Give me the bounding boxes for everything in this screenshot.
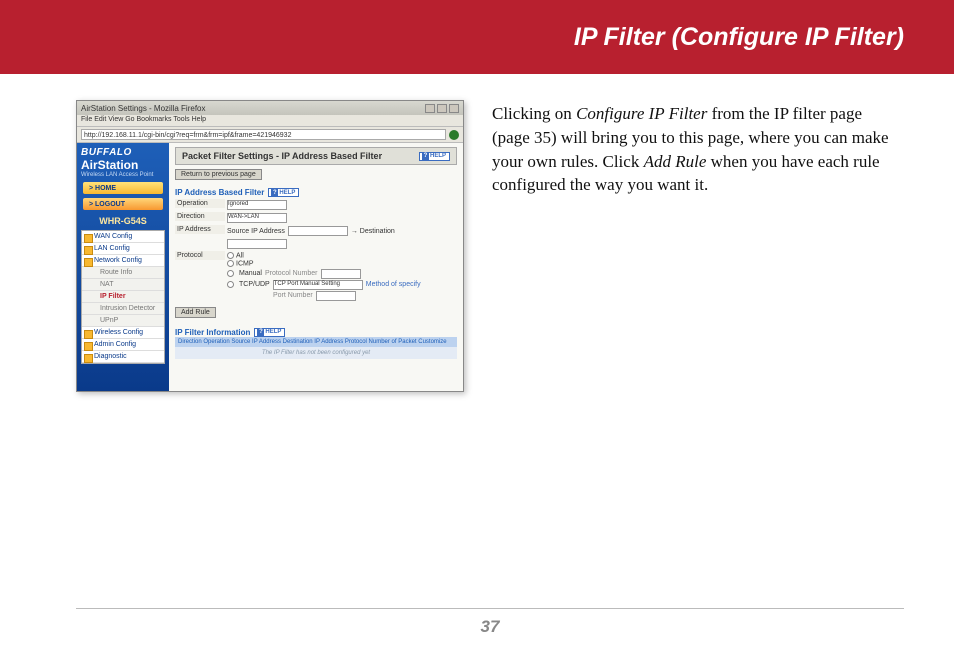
dest-ip-input[interactable] (227, 239, 287, 249)
help-button[interactable]: HELP (419, 152, 450, 161)
close-icon[interactable] (449, 104, 459, 113)
info-empty: The IP Filter has not been configured ye… (175, 347, 457, 359)
sidebar-item-intrusion[interactable]: Intrusion Detector (82, 303, 164, 315)
proto-all-radio[interactable] (227, 252, 234, 259)
port-method-label: Method of specify (366, 281, 421, 288)
direction-select[interactable]: WAN->LAN (227, 213, 287, 223)
body-i2: Add Rule (644, 152, 707, 171)
browser-addressbar: http://192.168.11.1/cgi-bin/cgi?req=frm&… (77, 127, 463, 143)
panel-title: Packet Filter Settings - IP Address Base… (175, 147, 457, 165)
brand-buffalo: BUFFALO (81, 147, 165, 158)
browser-menubar[interactable]: File Edit View Go Bookmarks Tools Help (77, 115, 463, 127)
direction-label: Direction (175, 212, 225, 221)
sidebar-item-ipfilter[interactable]: IP Filter (82, 291, 164, 303)
help-button[interactable]: HELP (268, 188, 299, 197)
window-titlebar: AirStation Settings - Mozilla Firefox (77, 101, 463, 115)
section-filter-label: IP Address Based Filter (175, 188, 264, 197)
go-icon[interactable] (449, 130, 459, 140)
return-button[interactable]: Return to previous page (175, 169, 262, 180)
sidebar-menu: WAN Config LAN Config Network Config Rou… (81, 230, 165, 364)
body-i1: Configure IP Filter (576, 104, 707, 123)
screenshot-body: BUFFALO AirStation Wireless LAN Access P… (77, 143, 463, 391)
port-setting-select[interactable]: TCP Port Manual Setting (273, 280, 363, 290)
section-filter: IP Address Based Filter HELP (175, 188, 457, 197)
proto-icmp-radio[interactable] (227, 260, 234, 267)
proto-all-label: All (236, 252, 244, 259)
main-panel: Packet Filter Settings - IP Address Base… (169, 143, 463, 391)
page-content: AirStation Settings - Mozilla Firefox Fi… (0, 74, 954, 392)
source-ip-label: Source IP Address (227, 228, 285, 235)
info-table-header: Direction Operation Source IP Address De… (175, 337, 457, 347)
embedded-screenshot: AirStation Settings - Mozilla Firefox Fi… (76, 100, 464, 392)
sidebar-item-route[interactable]: Route Info (82, 267, 164, 279)
proto-tcpudp-label: TCP/UDP (239, 281, 270, 288)
page-footer: 37 (76, 608, 904, 637)
proto-manual-label: Manual (239, 270, 262, 277)
filter-form: Operation Ignored Direction WAN->LAN IP … (175, 199, 457, 302)
panel-title-text: Packet Filter Settings - IP Address Base… (182, 151, 382, 161)
dest-ip-label: → Destination (351, 228, 395, 235)
footer-divider (76, 608, 904, 609)
page-number: 37 (76, 617, 904, 637)
model-label: WHR-G54S (77, 216, 169, 226)
operation-label: Operation (175, 199, 225, 208)
protocol-label: Protocol (175, 251, 225, 260)
sidebar-item-nat[interactable]: NAT (82, 279, 164, 291)
sidebar-item-diagnostic[interactable]: Diagnostic (82, 351, 164, 363)
help-button[interactable]: HELP (254, 328, 285, 337)
maximize-icon[interactable] (437, 104, 447, 113)
proto-manual-radio[interactable] (227, 270, 234, 277)
operation-select[interactable]: Ignored (227, 200, 287, 210)
ip-label: IP Address (175, 225, 225, 234)
proto-number-input[interactable] (321, 269, 361, 279)
sidebar-item-lan[interactable]: LAN Config (82, 243, 164, 255)
sidebar-item-wan[interactable]: WAN Config (82, 231, 164, 243)
source-ip-input[interactable] (288, 226, 348, 236)
sidebar-item-network[interactable]: Network Config (82, 255, 164, 267)
body-paragraph: Clicking on Configure IP Filter from the… (492, 100, 904, 392)
section-info-label: IP Filter Information (175, 328, 250, 337)
brand-airstation: AirStation (81, 158, 165, 172)
filter-info: IP Filter Information HELP Direction Ope… (175, 328, 457, 359)
port-number-label: Port Number (273, 292, 313, 299)
logout-button[interactable]: > LOGOUT (83, 198, 163, 210)
body-t1: Clicking on (492, 104, 576, 123)
add-rule-button[interactable]: Add Rule (175, 307, 216, 318)
page-header: IP Filter (Configure IP Filter) (0, 0, 954, 74)
port-number-input[interactable] (316, 291, 356, 301)
sidebar-logo: BUFFALO AirStation Wireless LAN Access P… (77, 143, 169, 180)
window-title: AirStation Settings - Mozilla Firefox (81, 104, 206, 113)
window-controls (425, 104, 459, 113)
page-title: IP Filter (Configure IP Filter) (574, 23, 904, 52)
minimize-icon[interactable] (425, 104, 435, 113)
proto-number-hint: Protocol Number (265, 270, 318, 277)
sidebar-item-admin[interactable]: Admin Config (82, 339, 164, 351)
proto-icmp-label: ICMP (236, 261, 254, 268)
address-input[interactable]: http://192.168.11.1/cgi-bin/cgi?req=frm&… (81, 129, 446, 140)
proto-tcpudp-radio[interactable] (227, 281, 234, 288)
sidebar: BUFFALO AirStation Wireless LAN Access P… (77, 143, 169, 391)
sidebar-item-wireless[interactable]: Wireless Config (82, 327, 164, 339)
sidebar-item-upnp[interactable]: UPnP (82, 315, 164, 327)
home-button[interactable]: > HOME (83, 182, 163, 194)
brand-subtitle: Wireless LAN Access Point (81, 172, 165, 178)
section-info: IP Filter Information HELP (175, 328, 457, 337)
